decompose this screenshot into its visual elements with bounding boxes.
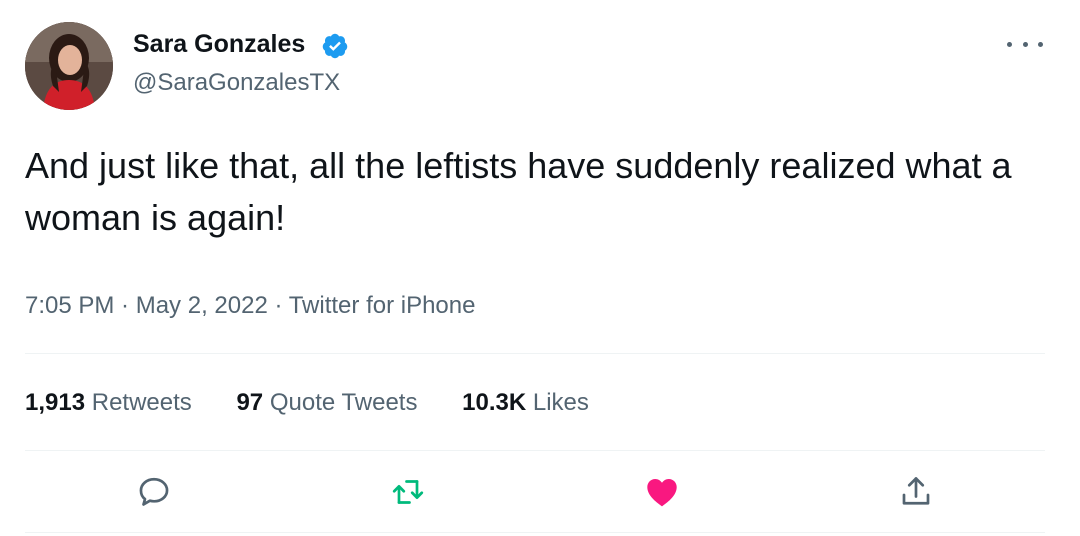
avatar[interactable]	[25, 22, 113, 110]
quote-tweets-label: Quote Tweets	[269, 389, 418, 416]
tweet-time[interactable]: 7:05 PM	[25, 292, 114, 319]
reply-icon[interactable]	[136, 474, 172, 510]
tweet-meta: 7:05 PM · May 2, 2022 · Twitter for iPho…	[25, 292, 475, 320]
share-icon[interactable]	[898, 474, 934, 510]
avatar-image	[25, 22, 113, 110]
more-icon[interactable]	[1007, 34, 1043, 54]
more-dot	[1022, 41, 1028, 47]
tweet-source[interactable]: Twitter for iPhone	[289, 292, 476, 319]
more-dot	[1007, 41, 1012, 47]
retweet-icon[interactable]	[390, 474, 426, 510]
more-dot	[1038, 41, 1043, 47]
retweets-count: 1,913	[25, 389, 86, 416]
meta-separator: ·	[114, 292, 136, 319]
retweets-stat[interactable]: 1,913 Retweets	[25, 389, 192, 417]
tweet-card: Sara Gonzales @SaraGonzalesTX And just l…	[0, 0, 1080, 536]
quote-tweets-stat[interactable]: 97 Quote Tweets	[236, 389, 417, 417]
likes-count: 10.3K	[462, 389, 527, 416]
divider	[25, 353, 1045, 354]
tweet-stats: 1,913 Retweets 97 Quote Tweets 10.3K Lik…	[25, 389, 627, 417]
heart-icon[interactable]	[644, 474, 680, 510]
author-handle[interactable]: @SaraGonzalesTX	[133, 69, 340, 97]
likes-label: Likes	[532, 389, 589, 416]
divider	[25, 532, 1045, 533]
tweet-text: And just like that, all the leftists hav…	[25, 145, 1012, 238]
author-name[interactable]: Sara Gonzales	[133, 30, 305, 59]
likes-stat[interactable]: 10.3K Likes	[462, 389, 589, 417]
divider	[25, 450, 1045, 451]
verified-badge-icon	[322, 33, 348, 59]
retweets-label: Retweets	[91, 389, 192, 416]
quote-tweets-count: 97	[236, 389, 264, 416]
meta-separator: ·	[267, 292, 289, 319]
tweet-date[interactable]: May 2, 2022	[136, 292, 268, 319]
